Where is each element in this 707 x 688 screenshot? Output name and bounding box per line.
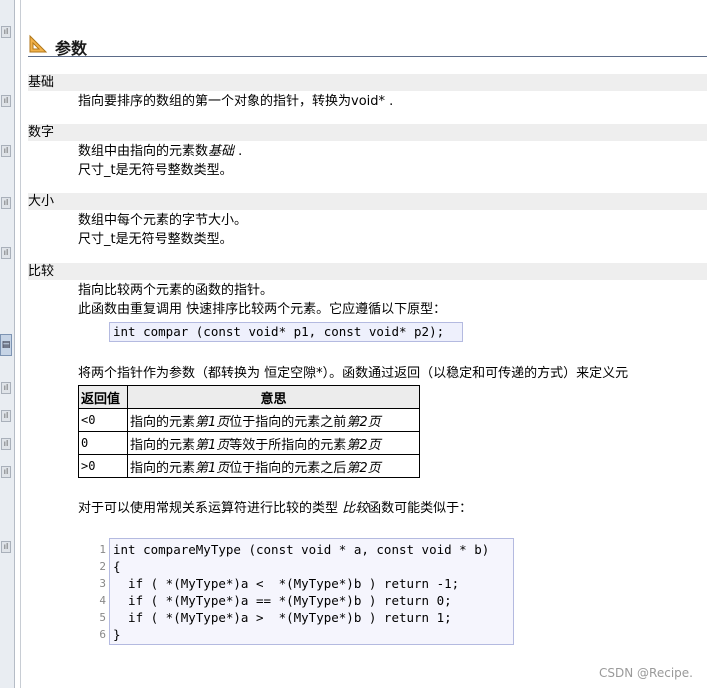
panel-divider[interactable] — [20, 0, 21, 688]
panel-toggle-icon[interactable]: ıl — [1, 438, 11, 450]
section-heading: 参数 — [28, 34, 707, 58]
code-text: int compareMyType (const void * a, const… — [113, 542, 490, 557]
meaning-mid: 位于指向的元素之后 — [229, 460, 347, 476]
meaning-mid: 等效于所指向的元素 — [229, 437, 347, 453]
code-text: if ( *(MyType*)a < *(MyType*)b ) return … — [113, 576, 460, 591]
selected-panel-icon[interactable]: ▤ — [0, 334, 12, 356]
compare-ref[interactable]: 比较 — [342, 501, 368, 516]
meaning-pre: 指向的元素 — [130, 460, 196, 476]
param-desc-base: 指向要排序的数组的第一个对象的指针，转换为void* . — [78, 94, 394, 109]
table-row: 0 指向的元素第1页等效于所指向的元素第2页 — [78, 431, 420, 455]
param-desc-num-text: 数组中由指向的元素数 — [78, 144, 209, 159]
return-meaning: 指向的元素第1页等效于所指向的元素第2页 — [127, 431, 420, 455]
left-tool-strip: ıl ıl ıl ıl ıl ▤ ıl ıl ıl ıl ıl — [0, 0, 15, 688]
table-header-return: 返回值 — [78, 385, 128, 409]
compare-intro-tail: 函数可能类似于： — [368, 501, 473, 516]
panel-toggle-icon[interactable]: ıl — [1, 541, 11, 553]
explain-text: 将两个指针作为参数（都转换为 恒定空隙*）。函数通过返回（以稳定和可传递的方式）… — [78, 366, 629, 381]
code-text: if ( *(MyType*)a == *(MyType*)b ) return… — [113, 593, 452, 608]
return-meaning: 指向的元素第1页位于指向的元素之后第2页 — [127, 454, 420, 478]
panel-toggle-icon[interactable]: ıl — [1, 410, 11, 422]
return-value: <0 — [78, 408, 128, 432]
line-number: 2 — [99, 560, 106, 573]
return-value: >0 — [78, 454, 128, 478]
table-header-meaning: 意思 — [127, 385, 420, 409]
table-row: <0 指向的元素第1页位于指向的元素之前第2页 — [78, 408, 420, 432]
param-desc-num-type: 尺寸_t是无符号整数类型。 — [78, 163, 233, 178]
meaning-pre: 指向的元素 — [130, 437, 196, 453]
meaning-mid: 位于指向的元素之前 — [229, 414, 347, 430]
section-title: 参数 — [55, 39, 88, 58]
param-ref-p2[interactable]: 第2页 — [346, 415, 380, 430]
doc-content: 参数 基础 指向要排序的数组的第一个对象的指针，转换为void* . 数字 数组… — [28, 0, 707, 688]
param-desc-compar-call: 此函数由重复调用 快速排序比较两个元素。它应遵循以下原型： — [78, 302, 447, 317]
param-ref-p1[interactable]: 第1页 — [195, 415, 229, 430]
param-desc-size: 数组中每个元素的字节大小。 — [78, 213, 248, 228]
param-desc-size-type: 尺寸_t是无符号整数类型。 — [78, 232, 233, 247]
meaning-pre: 指向的元素 — [130, 414, 196, 430]
panel-toggle-icon[interactable]: ıl — [1, 197, 11, 209]
panel-toggle-icon[interactable]: ıl — [1, 145, 11, 157]
param-ref-p1[interactable]: 第1页 — [195, 438, 229, 453]
param-term-num: 数字 — [28, 124, 707, 141]
panel-toggle-icon[interactable]: ıl — [1, 466, 11, 478]
param-ref-p2[interactable]: 第2页 — [346, 461, 380, 476]
table-header-row: 返回值 意思 — [78, 385, 420, 409]
panel-toggle-icon[interactable]: ıl — [1, 382, 11, 394]
line-number: 5 — [99, 611, 106, 624]
line-number: 4 — [99, 594, 106, 607]
return-value-table: 返回值 意思 <0 指向的元素第1页位于指向的元素之前第2页 0 指向的元素第1… — [78, 385, 420, 478]
param-term-size: 大小 — [28, 193, 707, 210]
watermark: CSDN @Recipe. — [599, 666, 693, 680]
line-number: 1 — [99, 543, 106, 556]
param-desc-compar: 指向比较两个元素的函数的指针。 — [78, 283, 274, 298]
param-term-base: 基础 — [28, 74, 707, 91]
param-desc-num-tail: . — [234, 144, 243, 159]
param-ref-p1[interactable]: 第1页 — [195, 461, 229, 476]
param-ref-p2[interactable]: 第2页 — [346, 438, 380, 453]
panel-toggle-icon[interactable]: ıl — [1, 247, 11, 259]
panel-toggle-icon[interactable]: ıl — [1, 95, 11, 107]
return-meaning: 指向的元素第1页位于指向的元素之前第2页 — [127, 408, 420, 432]
compare-example-intro: 对于可以使用常规关系运算符进行比较的类型 比较函数可能类似于： — [78, 499, 472, 518]
code-text: } — [113, 627, 121, 642]
table-row: >0 指向的元素第1页位于指向的元素之后第2页 — [78, 454, 420, 478]
code-text: if ( *(MyType*)a > *(MyType*)b ) return … — [113, 610, 452, 625]
panel-toggle-icon[interactable]: ıl — [1, 26, 11, 38]
return-value: 0 — [78, 431, 128, 455]
line-number: 3 — [99, 577, 106, 590]
param-desc-num: 数组中由指向的元素数基础 . — [78, 142, 242, 161]
compare-intro-text: 对于可以使用常规关系运算符进行比较的类型 — [78, 501, 343, 516]
prototype-code: int compar (const void* p1, const void* … — [109, 322, 463, 342]
ruler-triangle-icon — [29, 34, 48, 53]
param-ref-base[interactable]: 基础 — [208, 144, 234, 159]
param-term-compar: 比较 — [28, 263, 707, 280]
line-number: 6 — [99, 628, 106, 641]
code-text: { — [113, 559, 121, 574]
code-sample: 1 int compareMyType (const void * a, cons… — [99, 538, 514, 645]
